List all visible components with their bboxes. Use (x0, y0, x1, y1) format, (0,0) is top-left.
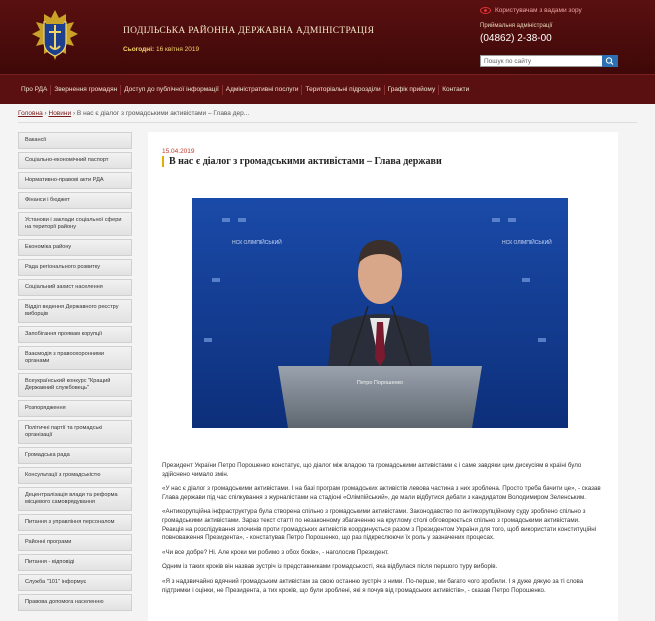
sidebar-item-orders[interactable]: Розпорядження (18, 400, 132, 417)
breadcrumb-current: В нас є діалог з громадськими активістам… (76, 110, 250, 117)
search-button[interactable] (602, 55, 618, 67)
sidebar-item-faq[interactable]: Питання - відповіді (18, 554, 132, 571)
nav-item-schedule[interactable]: Графік прийому (385, 84, 440, 95)
sidebar-item-law-enforcement[interactable]: Взаємодія з правоохоронними органами (18, 346, 132, 370)
podium-label: Петро Порошенко (357, 380, 403, 386)
sidebar-item-personnel[interactable]: Питання з управління персоналом (18, 514, 132, 531)
article-date: 15.04.2019 (162, 148, 195, 155)
sidebar-item-service-101[interactable]: Служба "101" інформує (18, 574, 132, 591)
nav-item-public-info[interactable]: Доступ до публічної інформації (121, 84, 223, 95)
breadcrumb: Головна › Новини › В нас є діалог з гром… (18, 110, 249, 117)
accessibility-label[interactable]: Користувачам з вадами зору (495, 7, 582, 14)
article-body: Президент України Петро Порошенко конста… (162, 462, 602, 601)
nav-item-appeals[interactable]: Звернення громадян (51, 84, 122, 95)
article-paragraph: Президент України Петро Порошенко конста… (162, 462, 582, 478)
sidebar-item-finance[interactable]: Фінанси і бюджет (18, 192, 132, 209)
article-paragraph: «У нас є діалог з громадськими активіста… (162, 485, 601, 501)
sidebar-item-contest[interactable]: Всеукраїнський конкурс "Кращий Державний… (18, 373, 132, 397)
breadcrumb-home[interactable]: Головна (18, 110, 43, 117)
article-paragraph: Одним із таких кроків він назвав зустріч… (162, 563, 498, 571)
article: 15.04.2019 В нас є діалог з громадськими… (148, 132, 618, 621)
search-icon (605, 57, 614, 65)
today-value: 16 квітня 2019 (156, 46, 200, 53)
divider (18, 122, 637, 123)
main-nav: Про РДА Звернення громадян Доступ до пуб… (0, 74, 655, 104)
sidebar-item-passport[interactable]: Соціально-економічний паспорт (18, 152, 132, 169)
sidebar-item-legal-acts[interactable]: Нормативно-правові акти РДА (18, 172, 132, 189)
coat-of-arms-logo[interactable] (24, 6, 86, 68)
breadcrumb-news[interactable]: Новини (49, 110, 72, 117)
search-input[interactable]: Пошук по сайту (480, 55, 618, 67)
nav-item-territorial[interactable]: Територіальні підрозділи (302, 84, 385, 95)
sidebar-item-regional-council[interactable]: Рада регіонального розвитку (18, 259, 132, 276)
site-header: ПОДІЛЬСЬКА РАЙОННА ДЕРЖАВНА АДМІНІСТРАЦІ… (0, 0, 655, 74)
sidebar-item-decentralization[interactable]: Децентралізація влади та реформа місцево… (18, 487, 132, 511)
sidebar-item-social-institutions[interactable]: Установи і заклади соціальної сфери на т… (18, 212, 132, 236)
sidebar-item-vacancies[interactable]: Вакансії (18, 132, 132, 149)
sidebar-item-economy[interactable]: Економіка району (18, 239, 132, 256)
sidebar-item-legal-aid[interactable]: Правова допомога населенню (18, 594, 132, 611)
banner-text: НСК ОЛІМПІЙСЬКИЙ (502, 238, 552, 246)
sidebar-item-parties[interactable]: Політичні партії та громадські організац… (18, 420, 132, 444)
nav-item-contacts[interactable]: Контакти (439, 85, 472, 95)
article-paragraph: «Чи все добре? Ні. Але кроки ми робимо з… (162, 548, 389, 556)
site-title[interactable]: ПОДІЛЬСЬКА РАЙОННА ДЕРЖАВНА АДМІНІСТРАЦІ… (123, 26, 374, 36)
accessibility-link[interactable]: Користувачам з вадами зору (480, 7, 582, 14)
eye-icon (480, 7, 491, 14)
article-paragraph: «Я з надзвичайно вдячний громадським акт… (162, 577, 584, 594)
article-paragraph: «Антикорупційна інфраструктура була ство… (162, 508, 597, 542)
sidebar-item-consultations[interactable]: Консультації з громадськістю (18, 467, 132, 484)
sidebar-item-social-protection[interactable]: Соціальний захист населення (18, 279, 132, 296)
today-label: Сьогодні: (123, 46, 155, 53)
reception-phone: (04862) 2-38-00 (480, 33, 552, 44)
banner-text: НСК ОЛІМПІЙСЬКИЙ (232, 238, 282, 246)
sidebar-item-anti-corruption[interactable]: Запобігання проявам корупції (18, 326, 132, 343)
reception-label: Приймальня адміністрації (480, 23, 553, 29)
today-date: Сьогодні: 16 квітня 2019 (123, 46, 199, 53)
sidebar-item-public-council[interactable]: Громадська рада (18, 447, 132, 464)
article-photo: НСК ОЛІМПІЙСЬКИЙ НСК ОЛІМПІЙСЬКИЙ Петро … (192, 198, 568, 428)
nav-item-about[interactable]: Про РДА (18, 84, 52, 95)
sidebar-item-programs[interactable]: Районні програми (18, 534, 132, 551)
article-title: В нас є діалог з громадськими активістам… (162, 156, 442, 167)
sidebar-menu: Вакансії Соціально-економічний паспорт Н… (18, 132, 132, 614)
sidebar-item-voter-registry[interactable]: Відділ ведення Державного реєстру виборц… (18, 299, 132, 323)
nav-item-admin-services[interactable]: Адміністративні послуги (223, 84, 303, 95)
